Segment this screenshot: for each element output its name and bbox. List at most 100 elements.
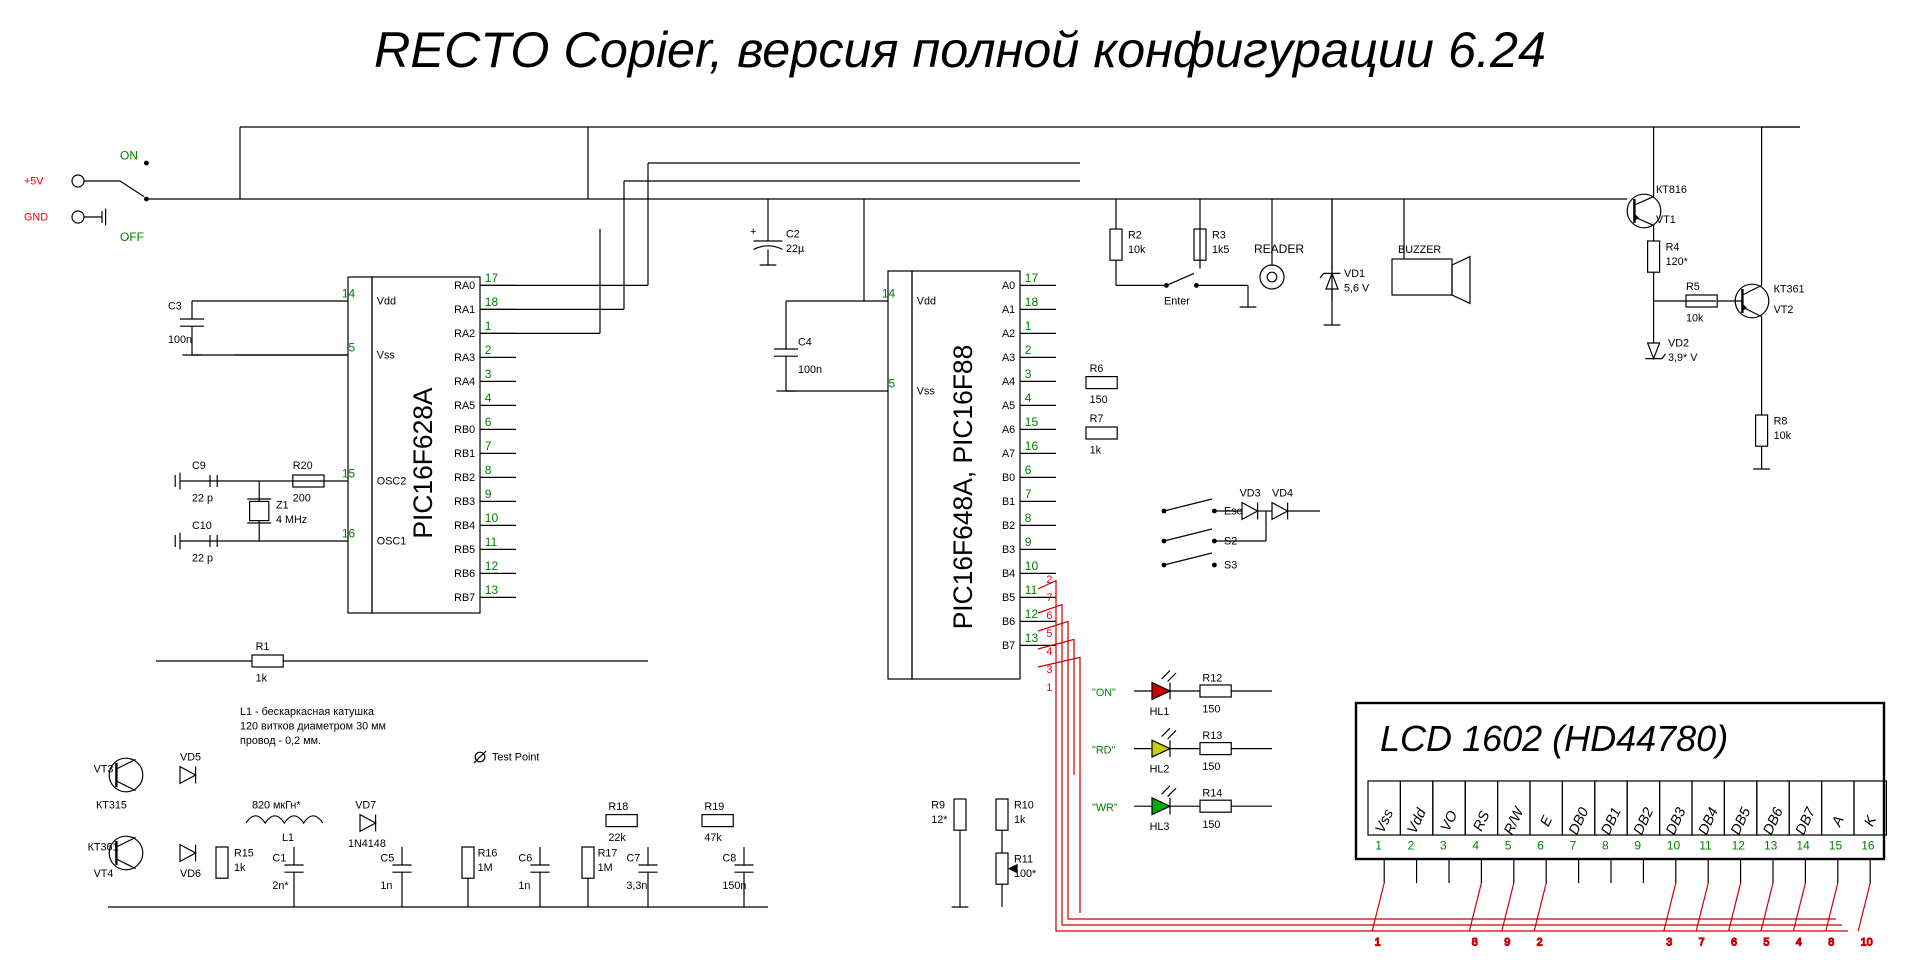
svg-text:+5V: +5V [24, 176, 44, 188]
svg-text:+: + [750, 226, 756, 238]
leds: "ON"HL1R12150"RD"HL2R13150"WR"HL3R14150 [1092, 671, 1272, 834]
svg-text:22 p: 22 p [192, 492, 213, 504]
svg-text:B2: B2 [1002, 520, 1015, 532]
svg-text:4: 4 [485, 391, 492, 405]
svg-text:18: 18 [485, 295, 499, 309]
svg-text:RB5: RB5 [454, 544, 475, 556]
svg-text:7: 7 [485, 439, 492, 453]
svg-text:8: 8 [1025, 511, 1032, 525]
svg-text:1M: 1M [598, 862, 613, 874]
svg-text:A0: A0 [1002, 280, 1015, 292]
svg-text:1k: 1k [1090, 444, 1102, 456]
svg-text:12: 12 [485, 559, 499, 573]
svg-text:C6: C6 [518, 852, 532, 864]
svg-text:RB6: RB6 [454, 568, 475, 580]
svg-text:VO: VO [1438, 809, 1461, 835]
svg-text:7: 7 [1046, 592, 1052, 604]
svg-text:C5: C5 [380, 852, 394, 864]
svg-text:DB4: DB4 [1696, 805, 1722, 837]
svg-text:OSC1: OSC1 [377, 536, 406, 548]
svg-text:1: 1 [1375, 838, 1382, 852]
svg-text:RS: RS [1470, 809, 1493, 834]
svg-text:B7: B7 [1002, 640, 1015, 652]
svg-text:VT4: VT4 [94, 868, 114, 880]
svg-text:4: 4 [1796, 936, 1802, 948]
svg-text:R11: R11 [1014, 854, 1033, 866]
svg-text:1: 1 [1025, 319, 1032, 333]
svg-text:RA3: RA3 [454, 352, 475, 364]
svg-text:R8: R8 [1774, 416, 1788, 428]
svg-text:1k: 1k [256, 672, 268, 684]
svg-text:120*: 120* [1666, 256, 1689, 268]
svg-text:3: 3 [485, 367, 492, 381]
svg-text:100n: 100n [798, 364, 822, 376]
svg-text:150n: 150n [722, 880, 746, 892]
svg-text:RA4: RA4 [454, 376, 475, 388]
svg-text:VD1: VD1 [1344, 268, 1365, 280]
svg-text:VT1: VT1 [1656, 214, 1676, 226]
svg-text:C2: C2 [786, 228, 800, 240]
svg-text:9: 9 [1634, 838, 1641, 852]
svg-text:R3: R3 [1212, 230, 1226, 242]
svg-text:2: 2 [1537, 936, 1543, 948]
svg-text:6: 6 [485, 415, 492, 429]
svg-text:R18: R18 [608, 801, 628, 813]
svg-text:5: 5 [1763, 936, 1769, 948]
svg-text:6: 6 [1025, 463, 1032, 477]
svg-text:VD2: VD2 [1668, 338, 1689, 350]
svg-text:LCD 1602 (HD44780): LCD 1602 (HD44780) [1380, 718, 1728, 759]
svg-text:A: A [1829, 814, 1848, 830]
svg-text:R1: R1 [256, 641, 270, 653]
analog: КТ315VT3 КТ361VT4 VD5 VD6 R151k 820 мкГн… [88, 751, 768, 907]
svg-text:15: 15 [1025, 415, 1039, 429]
svg-text:11: 11 [485, 535, 498, 549]
svg-text:C8: C8 [722, 852, 736, 864]
svg-text:VD3: VD3 [1240, 488, 1261, 500]
svg-text:B6: B6 [1002, 616, 1015, 628]
svg-text:VT2: VT2 [1774, 304, 1794, 316]
svg-text:S2: S2 [1224, 536, 1237, 548]
svg-text:150: 150 [1202, 704, 1220, 716]
svg-text:R12: R12 [1202, 672, 1222, 684]
svg-text:B1: B1 [1002, 496, 1015, 508]
svg-text:КТ361: КТ361 [1774, 284, 1805, 296]
svg-text:R15: R15 [234, 848, 254, 860]
xtal: C922 p C1022 p Z14 MHz R20200 [175, 460, 348, 564]
svg-text:6: 6 [1731, 936, 1737, 948]
svg-text:RB3: RB3 [454, 496, 475, 508]
svg-text:7: 7 [1570, 838, 1577, 852]
svg-text:15: 15 [1829, 838, 1843, 852]
svg-text:3,9* V: 3,9* V [1668, 352, 1698, 364]
svg-text:8: 8 [485, 463, 492, 477]
svg-text:B4: B4 [1002, 568, 1015, 580]
svg-text:RA5: RA5 [454, 400, 475, 412]
svg-text:12: 12 [1025, 607, 1039, 621]
svg-text:R14: R14 [1202, 788, 1222, 800]
svg-text:3: 3 [1046, 664, 1052, 676]
svg-text:L1: L1 [282, 832, 294, 844]
svg-text:3: 3 [1440, 838, 1447, 852]
svg-text:1n: 1n [518, 880, 530, 892]
svg-text:16: 16 [342, 526, 356, 540]
svg-text:6: 6 [1046, 610, 1052, 622]
svg-text:22µ: 22µ [786, 243, 804, 255]
svg-text:17: 17 [1025, 271, 1039, 285]
svg-text:200: 200 [293, 492, 311, 504]
svg-text:B5: B5 [1002, 592, 1015, 604]
svg-text:OFF: OFF [120, 230, 144, 244]
svg-text:GND: GND [24, 212, 48, 224]
svg-text:8: 8 [1472, 936, 1478, 948]
svg-text:Vdd: Vdd [1405, 805, 1431, 836]
svg-text:7: 7 [1025, 487, 1032, 501]
svg-text:DB2: DB2 [1631, 805, 1657, 837]
svg-text:150: 150 [1202, 761, 1220, 773]
svg-text:5: 5 [1505, 838, 1512, 852]
svg-text:PIC16F628A: PIC16F628A [408, 387, 438, 538]
svg-text:5: 5 [1046, 628, 1052, 640]
svg-text:R4: R4 [1666, 242, 1680, 254]
svg-text:10k: 10k [1774, 430, 1792, 442]
svg-text:1k5: 1k5 [1212, 244, 1229, 256]
svg-text:100*: 100* [1014, 868, 1037, 880]
chip-u1: PIC16F628A 14Vdd5Vss15OSC216OSC1 17RA018… [342, 271, 516, 613]
svg-text:3: 3 [1666, 936, 1672, 948]
